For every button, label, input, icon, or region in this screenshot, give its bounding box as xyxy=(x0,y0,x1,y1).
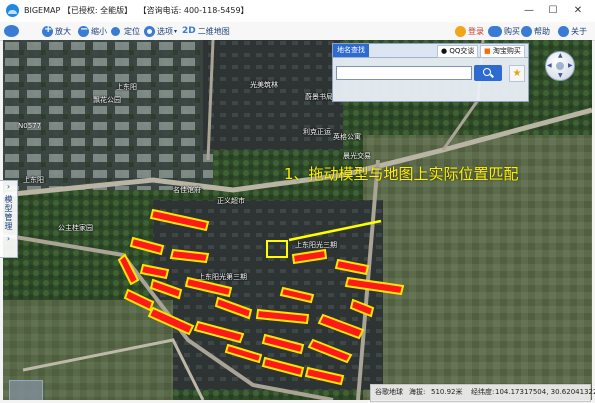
pan-left-icon[interactable]: ◀ xyxy=(547,62,552,69)
about-label: 关于 xyxy=(571,26,587,36)
buy-label: 购买 xyxy=(504,26,520,36)
options-button[interactable]: 选项 ▾ xyxy=(144,24,177,38)
bigemap-logo-icon xyxy=(6,4,19,17)
help-icon xyxy=(521,25,532,37)
taobao-buy-button[interactable]: ■ 淘宝购买 xyxy=(480,45,525,58)
qq-chat-label: QQ交谈 xyxy=(449,47,475,55)
toolbar: 放大 缩小 定位 选项 ▾ 2D 二维地图 登录 购买 帮助 关于 xyxy=(0,22,595,41)
location-pin-icon xyxy=(109,24,122,38)
options-label: 选项 xyxy=(157,26,173,36)
pan-down-icon[interactable]: ▼ xyxy=(558,72,563,79)
maximize-button[interactable]: ☐ xyxy=(542,1,564,21)
minimize-button[interactable]: — xyxy=(518,1,540,21)
annotation-highlight-box xyxy=(266,240,288,258)
buy-button[interactable]: 购买 xyxy=(488,24,520,38)
compass-center-icon[interactable] xyxy=(556,62,564,70)
locate-label: 定位 xyxy=(124,26,140,36)
coordinate-label: 经纬度: xyxy=(471,388,495,396)
map-label: 上东阳 xyxy=(23,176,44,184)
zoom-out-label: 缩小 xyxy=(91,26,107,36)
pan-navigation-control[interactable]: ▲ ▼ ◀ ▶ xyxy=(545,51,575,81)
map-label: 飘花公园 xyxy=(93,96,121,104)
close-button[interactable]: ✕ xyxy=(567,1,589,21)
user-icon xyxy=(455,25,466,37)
locate-button[interactable]: 定位 xyxy=(109,24,140,38)
map-label: 公主桂家园 xyxy=(58,224,93,232)
map-label: 上东阳光第三期 xyxy=(198,273,247,281)
zoom-in-label: 放大 xyxy=(55,26,71,36)
map-label: 上东阳 xyxy=(116,83,137,91)
zoom-in-icon xyxy=(42,24,53,37)
map-label: 英格公寓 xyxy=(333,133,361,141)
about-button[interactable]: 关于 xyxy=(558,24,587,38)
login-label: 登录 xyxy=(468,26,484,36)
pan-up-icon[interactable]: ▲ xyxy=(558,52,563,59)
qq-chat-button[interactable]: ● QQ交谈 xyxy=(437,45,479,58)
search-panel-tabs: 地名查找 ● QQ交谈 ■ 淘宝购买 xyxy=(333,44,528,58)
altitude-label: 海拔: xyxy=(409,388,426,396)
taobao-icon: ■ xyxy=(484,47,491,55)
app-name: BIGEMAP 【已授权: 全能版】 xyxy=(24,6,133,15)
place-search-input[interactable] xyxy=(336,66,472,80)
imagery-source: 谷歌地球 xyxy=(375,388,403,396)
gear-icon xyxy=(144,25,155,37)
login-button[interactable]: 登录 xyxy=(455,24,484,38)
globe-icon xyxy=(4,25,19,37)
chevron-right-icon: › xyxy=(6,234,11,243)
hotline-text: 【咨询电话: 400-118-5459】 xyxy=(138,6,249,15)
globe-button[interactable] xyxy=(4,24,21,38)
map-2d-label: 二维地图 xyxy=(197,26,230,36)
status-bar: 谷歌地球 海拔: 510.92米 经纬度: 104.17317504, 30.6… xyxy=(370,384,595,402)
buy-icon xyxy=(488,25,502,37)
map-label: 上东阳光三期 xyxy=(295,241,337,249)
model-manager-tab[interactable]: › 模型管理 › xyxy=(0,180,18,258)
map-label: 晨光交易 xyxy=(343,152,371,160)
chevron-right-icon: › xyxy=(6,182,11,191)
info-icon xyxy=(558,25,569,37)
tab-place-search[interactable]: 地名查找 xyxy=(333,44,369,57)
zoom-out-button[interactable]: 缩小 xyxy=(78,24,107,38)
zoom-out-icon xyxy=(78,24,89,37)
star-icon: ★ xyxy=(512,68,522,79)
qq-icon: ● xyxy=(441,47,448,55)
mode-2d-label: 2D xyxy=(182,26,196,36)
window-title: BIGEMAP 【已授权: 全能版】 【咨询电话: 400-118-5459】 xyxy=(24,5,249,16)
favorite-button[interactable]: ★ xyxy=(509,65,525,82)
map-label: 正义超市 xyxy=(217,197,245,205)
annotation-text: 1、拖动模型与地图上实际位置匹配 xyxy=(284,165,519,183)
altitude-value: 510.92米 xyxy=(431,388,463,396)
chevron-down-icon: ▾ xyxy=(174,27,178,35)
pan-right-icon[interactable]: ▶ xyxy=(568,62,573,69)
help-label: 帮助 xyxy=(534,26,550,36)
map-label: N0577 xyxy=(18,122,42,130)
map-label: 蔚景书局 xyxy=(305,93,333,101)
help-button[interactable]: 帮助 xyxy=(521,24,550,38)
taobao-buy-label: 淘宝购买 xyxy=(492,47,521,55)
model-manager-label: 模型管理 xyxy=(4,195,13,231)
search-button[interactable] xyxy=(474,65,502,81)
map-label: 光美筑林 xyxy=(250,81,278,89)
place-search-panel: 地名查找 ● QQ交谈 ■ 淘宝购买 ★ xyxy=(332,43,529,102)
map-mode-button[interactable]: 2D 二维地图 xyxy=(182,24,230,38)
map-label: 利克正运 xyxy=(303,128,331,136)
overview-minimap[interactable] xyxy=(9,380,43,400)
title-bar: BIGEMAP 【已授权: 全能版】 【咨询电话: 400-118-5459】 … xyxy=(0,0,595,23)
map-label: 名佳馆府 xyxy=(173,186,201,194)
zoom-in-button[interactable]: 放大 xyxy=(42,24,71,38)
coordinate-value: 104.17317504, 30.62041322 xyxy=(495,388,595,396)
